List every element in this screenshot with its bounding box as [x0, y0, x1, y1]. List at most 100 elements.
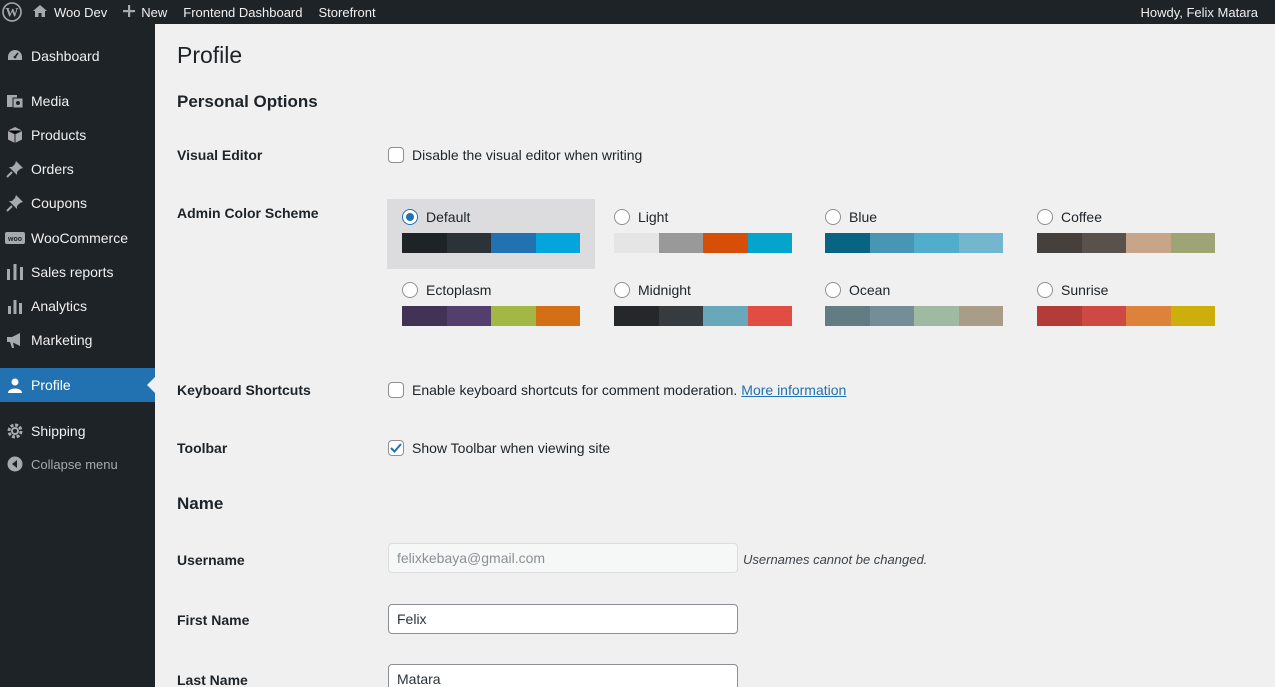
sidebar-item-label: Sales reports [31, 264, 114, 280]
color-scheme-radio[interactable] [825, 282, 841, 298]
sidebar-item-label: Marketing [31, 332, 93, 348]
site-name-label: Woo Dev [54, 4, 108, 20]
wordpress-logo-icon[interactable]: W [0, 0, 24, 24]
visual-editor-checkbox[interactable] [388, 147, 404, 163]
toolbar-checkbox[interactable] [388, 440, 404, 456]
more-information-link[interactable]: More information [741, 382, 846, 398]
chart-icon [0, 297, 26, 315]
main-content: Profile Personal Options Visual Editor D… [155, 24, 1275, 687]
sidebar-item-label: Media [31, 93, 70, 109]
color-scheme-label: Admin Color Scheme [177, 205, 319, 221]
color-scheme-radio[interactable] [614, 209, 630, 225]
color-scheme-name: Default [426, 209, 471, 225]
site-name-link[interactable]: Woo Dev [24, 0, 115, 24]
personal-options-heading: Personal Options [177, 92, 318, 111]
color-scheme-ocean[interactable]: Ocean [810, 272, 1018, 342]
color-scheme-radio[interactable] [402, 282, 418, 298]
sidebar-item-woocommerce[interactable]: woo WooCommerce [0, 221, 155, 255]
color-scheme-sunrise[interactable]: Sunrise [1022, 272, 1230, 342]
storefront-link[interactable]: Storefront [311, 0, 384, 24]
svg-text:woo: woo [7, 236, 22, 243]
color-scheme-ectoplasm[interactable]: Ectoplasm [387, 272, 595, 342]
color-scheme-name: Ocean [849, 282, 891, 298]
visual-editor-text: Disable the visual editor when writing [412, 147, 643, 163]
pin-icon [0, 194, 26, 212]
frontend-dashboard-link[interactable]: Frontend Dashboard [175, 0, 310, 24]
last-name-input[interactable]: Matara [388, 664, 738, 687]
toolbar-text: Show Toolbar when viewing site [412, 440, 611, 456]
color-swatches [1037, 233, 1215, 253]
collapse-icon [0, 456, 26, 472]
my-account-link[interactable]: Howdy, Felix Matara [1132, 0, 1266, 24]
sidebar-item-label: Collapse menu [31, 456, 118, 472]
sidebar-item-coupons[interactable]: Coupons [0, 186, 155, 220]
keyboard-shortcuts-checkbox[interactable] [388, 382, 404, 398]
sidebar-item-label: Dashboard [31, 48, 100, 64]
color-swatches [614, 306, 792, 326]
sidebar-item-label: Coupons [31, 195, 88, 211]
first-name-label: First Name [177, 612, 250, 628]
sidebar-item-profile[interactable]: Profile [0, 368, 155, 402]
color-swatches [825, 306, 1003, 326]
color-swatches [825, 233, 1003, 253]
pin-icon [0, 160, 26, 178]
sidebar-item-orders[interactable]: Orders [0, 152, 155, 186]
sidebar-item-media[interactable]: Media [0, 84, 155, 118]
username-label: Username [177, 552, 245, 568]
color-scheme-blue[interactable]: Blue [810, 199, 1018, 269]
color-scheme-radio[interactable] [1037, 282, 1053, 298]
sidebar-item-sales-reports[interactable]: Sales reports [0, 255, 155, 289]
user-icon [0, 377, 26, 393]
admin-toolbar: W Woo Dev New Frontend Dashboard Storefr… [0, 0, 1275, 24]
color-scheme-radio[interactable] [614, 282, 630, 298]
media-icon [0, 92, 26, 110]
keyboard-shortcuts-text: Enable keyboard shortcuts for comment mo… [412, 382, 738, 398]
collapse-menu-button[interactable]: Collapse menu [0, 447, 155, 481]
color-swatches [402, 306, 580, 326]
toolbar-option: Show Toolbar when viewing site [388, 440, 610, 456]
keyboard-shortcuts-label: Keyboard Shortcuts [177, 382, 311, 398]
sidebar-item-products[interactable]: Products [0, 118, 155, 152]
color-scheme-light[interactable]: Light [599, 199, 807, 269]
new-content-link[interactable]: New [115, 0, 175, 24]
last-name-label: Last Name [177, 672, 248, 687]
products-icon [0, 126, 26, 144]
color-scheme-radio[interactable] [1037, 209, 1053, 225]
color-scheme-radio[interactable] [825, 209, 841, 225]
sidebar-item-marketing[interactable]: Marketing [0, 323, 155, 357]
sidebar-item-label: Profile [31, 377, 71, 393]
sidebar-item-dashboard[interactable]: Dashboard [0, 39, 155, 73]
toolbar-label: Toolbar [177, 440, 228, 456]
first-name-input[interactable]: Felix [388, 604, 738, 634]
color-swatches [614, 233, 792, 253]
sidebar-item-shipping[interactable]: Shipping [0, 414, 155, 448]
color-swatches [402, 233, 580, 253]
color-scheme-midnight[interactable]: Midnight [599, 272, 807, 342]
color-scheme-default[interactable]: Default [387, 199, 595, 269]
new-label: New [141, 4, 168, 20]
svg-text:W: W [6, 5, 19, 20]
bars-icon [0, 263, 26, 281]
visual-editor-option: Disable the visual editor when writing [388, 147, 642, 163]
color-swatches [1037, 306, 1215, 326]
color-scheme-name: Coffee [1061, 209, 1102, 225]
woo-icon: woo [0, 230, 26, 246]
color-scheme-radio[interactable] [402, 209, 418, 225]
sidebar-item-label: Analytics [31, 298, 88, 314]
color-scheme-name: Ectoplasm [426, 282, 492, 298]
home-icon [32, 4, 48, 21]
username-input: felixkebaya@gmail.com [388, 543, 738, 573]
color-scheme-coffee[interactable]: Coffee [1022, 199, 1230, 269]
color-scheme-name: Blue [849, 209, 878, 225]
plus-icon [123, 4, 136, 20]
megaphone-icon [0, 331, 26, 349]
checkmark-icon [390, 443, 402, 453]
sidebar-item-label: Shipping [31, 423, 86, 439]
dashboard-icon [0, 47, 26, 65]
username-hint: Usernames cannot be changed. [743, 552, 928, 567]
name-heading: Name [177, 494, 224, 513]
visual-editor-label: Visual Editor [177, 147, 263, 163]
page-title: Profile [177, 42, 243, 68]
sidebar-item-analytics[interactable]: Analytics [0, 289, 155, 323]
color-scheme-name: Midnight [638, 282, 691, 298]
